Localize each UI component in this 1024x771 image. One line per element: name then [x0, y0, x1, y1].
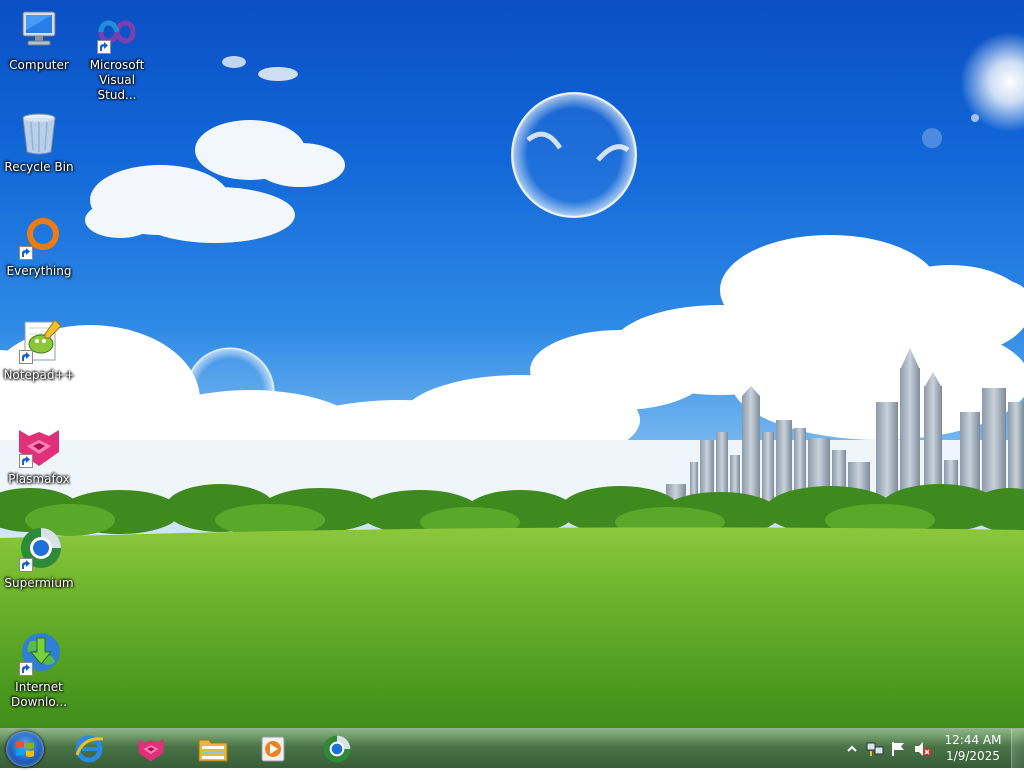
notepad-plus-plus-icon	[15, 318, 63, 366]
shortcut-arrow-icon	[19, 350, 33, 364]
taskbar: 12:44 AM 1/9/2025	[0, 728, 1024, 769]
clock-time: 12:44 AM	[944, 733, 1002, 747]
desktop-icon-internet-download-manager[interactable]: Internet Downlo...	[2, 630, 76, 710]
desktop-icon-label: Recycle Bin	[4, 160, 74, 174]
desktop-wallpaper	[0, 0, 1024, 728]
plasmafox-icon	[138, 739, 164, 762]
supermium-icon	[323, 735, 351, 763]
shortcut-arrow-icon	[19, 246, 33, 260]
desktop-icon-label: Plasmafox	[8, 472, 70, 486]
show-desktop-button[interactable]	[1011, 729, 1024, 769]
taskbar-plasmafox[interactable]	[124, 730, 178, 768]
taskbar-clock[interactable]: 12:44 AM 1/9/2025	[938, 732, 1008, 764]
taskbar-internet-explorer[interactable]	[62, 730, 116, 768]
plasmafox-icon	[15, 422, 63, 470]
desktop-icon-visual-studio[interactable]: Microsoft Visual Stud...	[80, 8, 154, 103]
desktop-icon-everything[interactable]: Everything	[2, 214, 76, 279]
desktop-icon-computer[interactable]: Computer	[2, 8, 76, 73]
desktop-icon-supermium[interactable]: Supermium	[2, 526, 76, 591]
media-player-icon	[261, 736, 285, 762]
supermium-icon	[15, 526, 63, 574]
recycle-bin-icon	[15, 110, 63, 158]
internet-explorer-icon	[75, 735, 104, 763]
shortcut-arrow-icon	[19, 662, 33, 676]
internet-download-manager-icon	[15, 630, 63, 678]
shortcut-arrow-icon	[19, 454, 33, 468]
visual-studio-icon	[93, 8, 141, 56]
desktop-icon-label: Everything	[6, 264, 72, 278]
everything-search-icon	[15, 214, 63, 262]
desktop-icon-label: Supermium	[4, 576, 74, 590]
desktop-icon-label: Internet Downlo...	[11, 680, 67, 709]
show-hidden-icons-chevron[interactable]	[844, 741, 860, 757]
taskbar-supermium[interactable]	[310, 730, 364, 768]
volume-muted-icon[interactable]	[914, 741, 931, 757]
shortcut-arrow-icon	[19, 558, 33, 572]
desktop-icon-plasmafox[interactable]: Plasmafox	[2, 422, 76, 487]
clock-date: 1/9/2025	[946, 749, 1000, 763]
desktop-icon-label: Notepad++	[3, 368, 75, 382]
taskbar-media-player[interactable]	[246, 730, 300, 768]
computer-icon	[15, 8, 63, 56]
network-icon[interactable]	[866, 741, 884, 757]
desktop-icon-label: Microsoft Visual Stud...	[89, 58, 145, 102]
shortcut-arrow-icon	[97, 40, 111, 54]
file-explorer-icon	[198, 739, 228, 762]
windows-start-icon	[16, 741, 34, 757]
taskbar-file-explorer[interactable]	[186, 730, 240, 768]
wallpaper-scene	[0, 32, 1024, 728]
desktop-icon-recycle-bin[interactable]: Recycle Bin	[2, 110, 76, 175]
desktop-icon-label: Computer	[9, 58, 69, 72]
start-button[interactable]	[6, 731, 44, 767]
action-center-flag-icon[interactable]	[890, 741, 906, 757]
desktop-icon-notepad-plus-plus[interactable]: Notepad++	[2, 318, 76, 383]
